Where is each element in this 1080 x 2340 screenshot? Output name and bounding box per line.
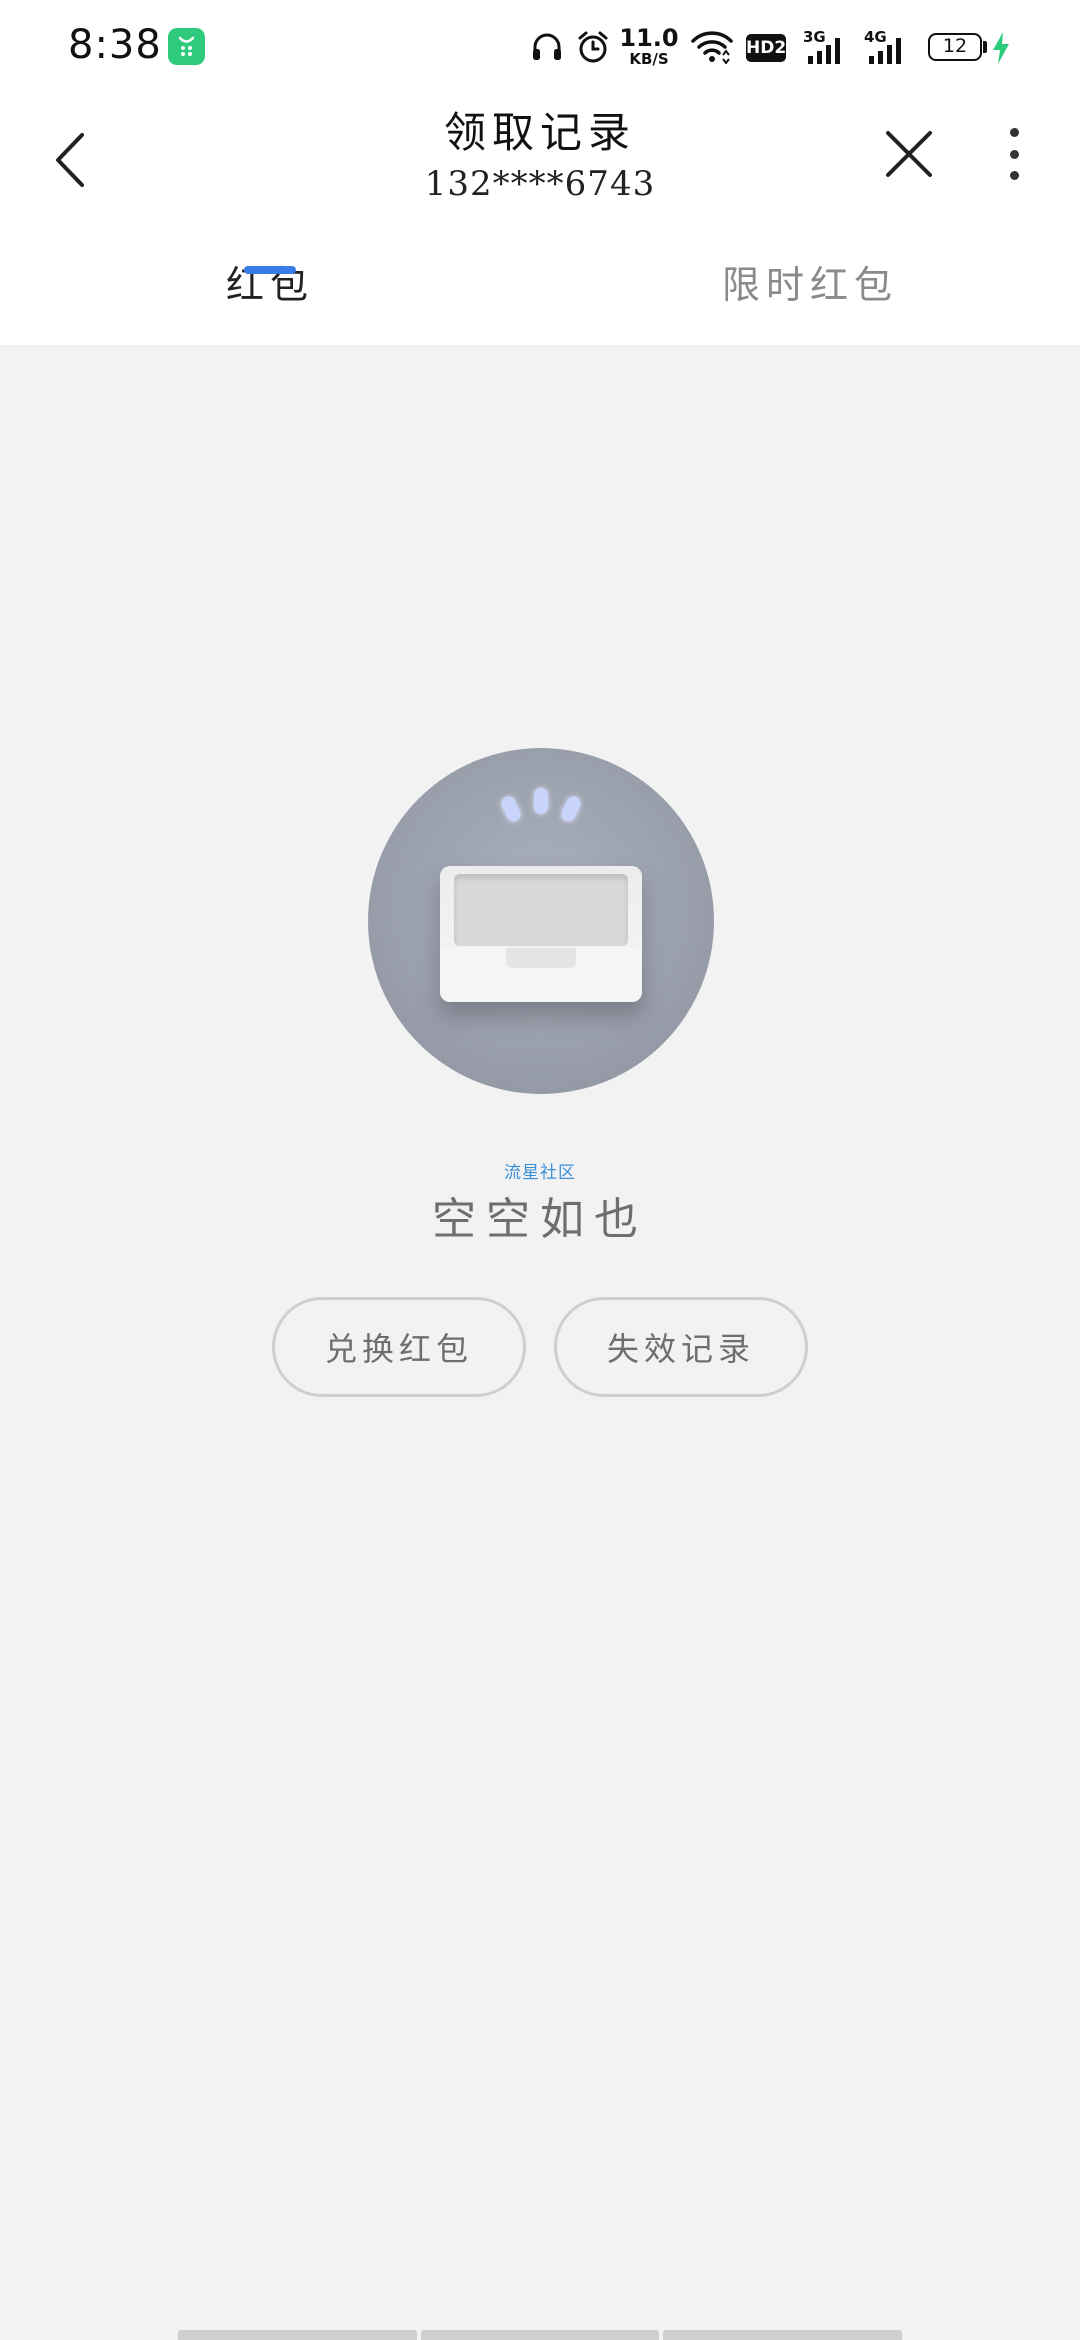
watermark-text: 流星社区 [504, 1163, 576, 1183]
close-button[interactable] [878, 123, 940, 185]
more-dot [1009, 149, 1019, 159]
network-speed-value: 11.0 [619, 24, 679, 52]
gesture-bar [178, 2330, 903, 2340]
more-button[interactable] [990, 120, 1038, 188]
tab-label: 红包 [225, 263, 314, 307]
expired-records-button[interactable]: 失效记录 [554, 1297, 808, 1397]
sparkle [559, 794, 583, 824]
title-block: 领取记录 132****6743 [340, 105, 740, 207]
tab-limited-red-packet[interactable]: 限时红包 [660, 245, 960, 345]
empty-inbox-tray-icon [368, 748, 714, 1094]
signal-icon [806, 36, 850, 68]
hd-voice-badge: HD2 [746, 34, 786, 62]
header: 领取记录 132****6743 红包 限时红包 [0, 95, 1080, 345]
gesture-segment [420, 2330, 660, 2340]
tab-red-packet[interactable]: 红包 [150, 245, 390, 345]
network-speed: 11.0 KB/S [618, 26, 680, 67]
alarm-icon [576, 29, 610, 69]
sparkle [534, 788, 548, 814]
tray [440, 866, 642, 1002]
more-vertical-icon [1009, 128, 1019, 137]
close-icon [886, 131, 932, 177]
tray-notch [506, 948, 576, 968]
chevron-left-icon [56, 133, 84, 187]
battery-tip [983, 41, 987, 53]
tab-bar: 红包 限时红包 [0, 245, 1080, 345]
redeem-red-packet-button[interactable]: 兑换红包 [272, 1297, 526, 1397]
more-dot [1009, 171, 1019, 180]
headphones-icon [530, 30, 564, 68]
gesture-segment [663, 2330, 903, 2340]
shopping-app-icon [168, 28, 205, 65]
battery-indicator: 12 [928, 33, 982, 61]
back-button[interactable] [40, 120, 100, 200]
page-title: 领取记录 [443, 108, 636, 157]
wifi-icon [690, 30, 734, 68]
signal-icon-2 [867, 36, 911, 68]
charging-icon [990, 30, 1012, 70]
network-speed-unit: KB/S [629, 50, 669, 68]
empty-message: 空空如也 [432, 1194, 648, 1245]
status-bar: 8:38 11.0 KB/S HD2 3G 4G 12 [0, 0, 1080, 95]
status-time: 8:38 [68, 22, 162, 68]
screen: 8:38 11.0 KB/S HD2 3G 4G 12 领取记录 132****… [0, 0, 1080, 2340]
account-number: 132****6743 [424, 164, 656, 204]
tab-label: 限时红包 [721, 263, 898, 307]
active-tab-indicator [244, 266, 296, 274]
tray-inner [454, 874, 628, 946]
sparkle [499, 794, 523, 824]
gesture-segment [178, 2330, 417, 2340]
